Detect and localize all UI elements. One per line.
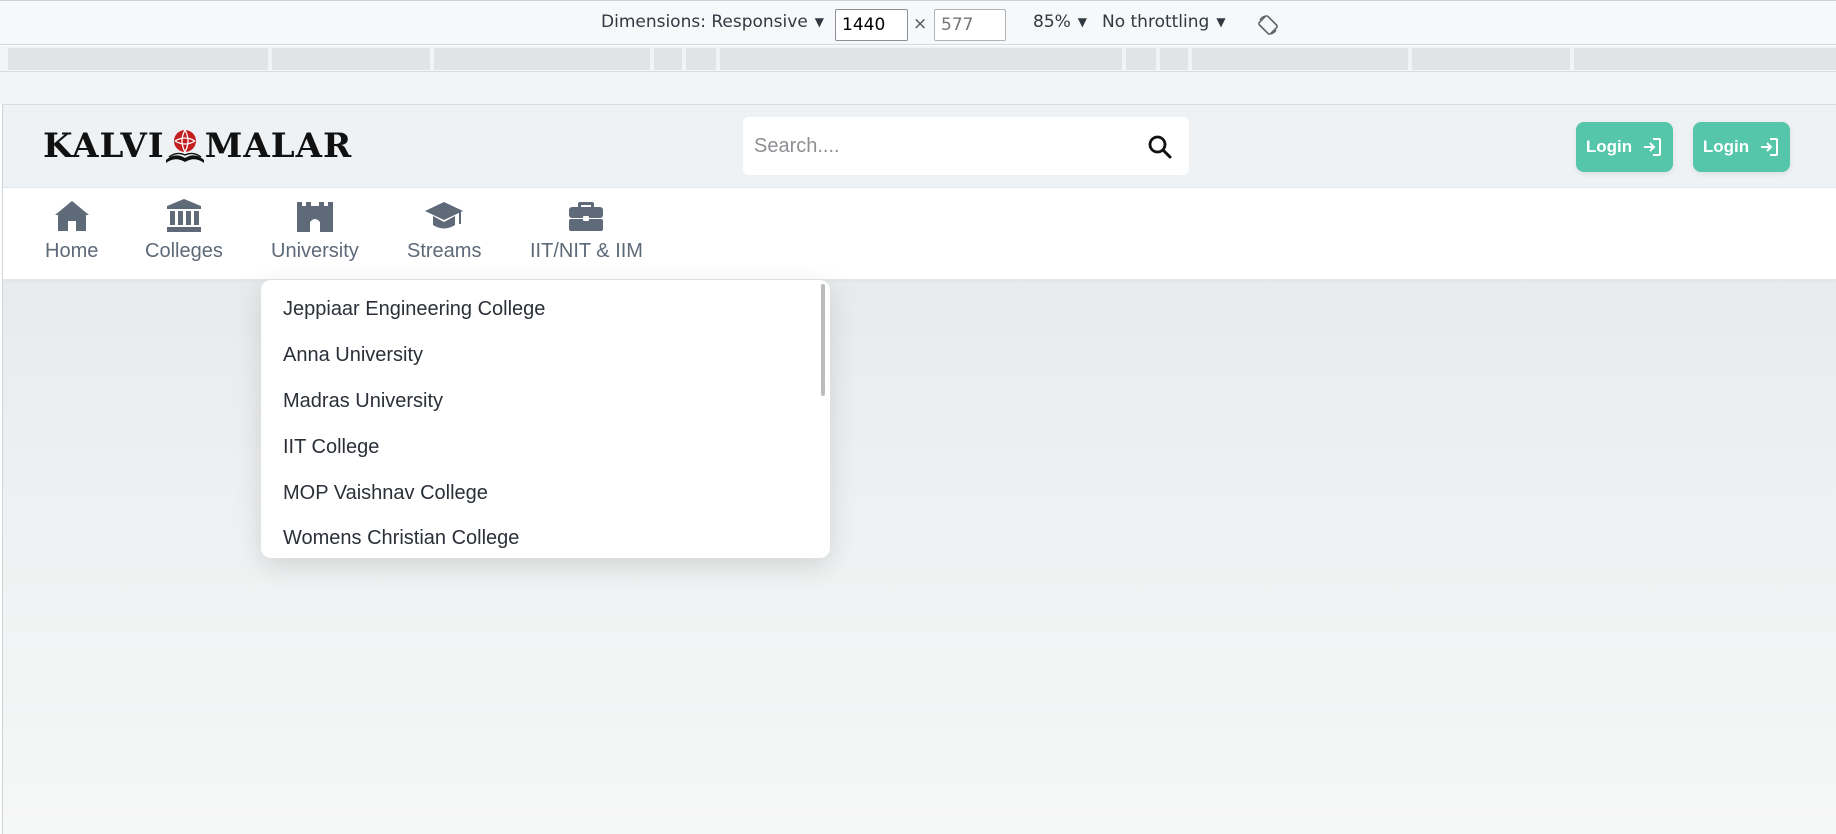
list-item[interactable]: Jeppiaar Engineering College (283, 298, 545, 321)
logo-text-right: MALAR (204, 126, 353, 166)
ruler-segment[interactable] (1126, 48, 1156, 70)
chevron-down-icon: ▼ (814, 15, 825, 29)
ruler-segment[interactable] (654, 48, 682, 70)
ruler-segment[interactable] (686, 48, 716, 70)
list-item[interactable]: Madras University (283, 390, 443, 413)
home-icon (54, 201, 89, 231)
briefcase-icon (569, 202, 604, 231)
width-input[interactable] (835, 9, 908, 41)
chevron-down-icon: ▼ (1216, 15, 1226, 29)
chevron-down-icon: ▼ (1077, 15, 1088, 29)
nav-item-university[interactable]: University (271, 198, 359, 263)
nav-item-label: Home (45, 240, 99, 262)
list-item[interactable]: MOP Vaishnav College (283, 482, 488, 505)
login-button[interactable]: Login (1693, 122, 1790, 172)
list-item[interactable]: IIT College (283, 436, 379, 459)
list-item[interactable]: Anna University (283, 344, 423, 367)
graduation-cap-icon (425, 202, 464, 229)
ruler-segment[interactable] (272, 48, 430, 70)
search-icon[interactable] (1147, 134, 1173, 160)
zoom-dropdown[interactable]: 85% ▼ (1033, 12, 1087, 32)
ruler-segment[interactable] (1160, 48, 1188, 70)
devtools-device-toolbar: Dimensions: Responsive ▼ × 85% ▼ No thro… (0, 0, 1836, 45)
nav-item-home[interactable]: Home (45, 198, 98, 263)
login-label: Login (1702, 137, 1750, 156)
institution-icon (166, 199, 201, 232)
ruler-segment[interactable] (1192, 48, 1408, 70)
dropdown-scrollbar[interactable] (821, 284, 825, 396)
ruler-segment[interactable] (1412, 48, 1570, 70)
throttling-label: No throttling (1102, 12, 1210, 32)
nav-item-label: Streams (407, 240, 482, 262)
site-logo[interactable]: KALVI MALAR (43, 122, 352, 170)
site-header: KALVI MALAR Login Lo (3, 105, 1836, 188)
globe-book-icon (165, 129, 204, 163)
ruler-segment[interactable] (1574, 48, 1836, 70)
sign-in-icon (1761, 138, 1779, 156)
zoom-label: 85% (1033, 12, 1071, 32)
viewport-gap (0, 72, 1836, 104)
search-box (743, 117, 1189, 175)
ruler-segment[interactable] (434, 48, 650, 70)
sign-in-icon (1644, 138, 1662, 156)
ruler-segment[interactable] (8, 48, 268, 70)
nav-item-colleges[interactable]: Colleges (145, 198, 223, 263)
nav-item-iit-nit-iim[interactable]: IIT/NIT & IIM (530, 198, 643, 263)
ruler-segment[interactable] (720, 48, 1122, 70)
dimensions-label: Dimensions: Responsive (601, 12, 808, 32)
media-query-ruler[interactable] (0, 46, 1836, 72)
page-viewport: KALVI MALAR Login Lo (2, 104, 1836, 834)
university-dropdown: Jeppiaar Engineering College Anna Univer… (261, 280, 830, 558)
logo-text-left: KALVI (43, 126, 165, 166)
height-input[interactable] (934, 9, 1006, 41)
nav-item-label: IIT/NIT & IIM (530, 240, 643, 262)
nav-item-streams[interactable]: Streams (407, 198, 481, 263)
throttling-dropdown[interactable]: No throttling ▼ (1102, 12, 1226, 32)
list-item[interactable]: Womens Christian College (283, 527, 519, 550)
rotate-icon[interactable] (1257, 14, 1279, 36)
main-nav: Home Colleges University Streams IIT/NIT… (3, 188, 1836, 280)
nav-item-label: University (271, 240, 359, 262)
nav-item-label: Colleges (145, 240, 223, 262)
times-symbol: × (913, 14, 928, 34)
dimensions-dropdown[interactable]: Dimensions: Responsive ▼ (601, 12, 824, 32)
castle-icon (296, 202, 333, 232)
login-label: Login (1585, 137, 1633, 156)
search-input[interactable] (743, 117, 1133, 175)
login-button[interactable]: Login (1576, 122, 1673, 172)
